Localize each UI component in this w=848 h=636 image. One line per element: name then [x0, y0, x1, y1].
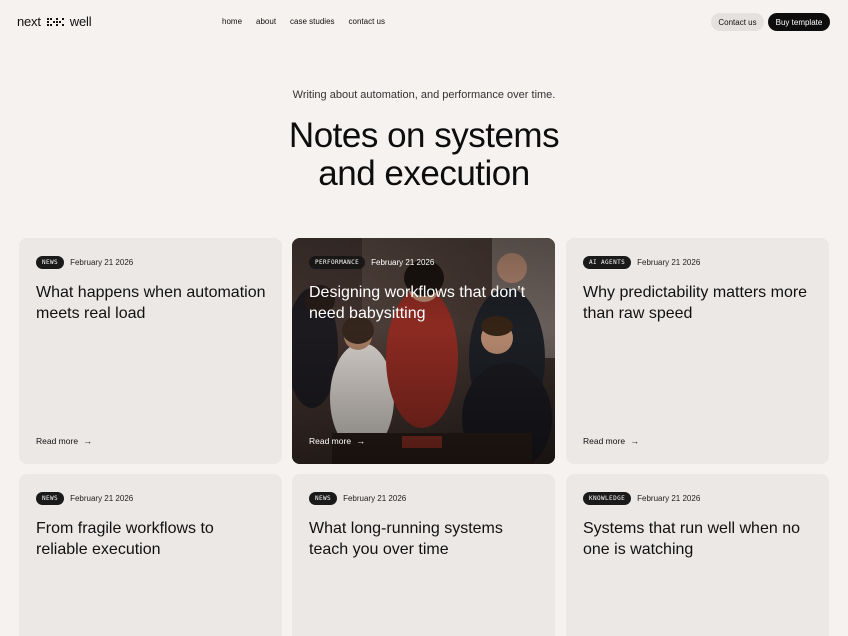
team-meeting-photo — [292, 238, 555, 464]
site-header: next well home about case studies contac… — [0, 0, 848, 44]
card-date: February 21 2026 — [70, 494, 134, 503]
card-meta: NEWS February 21 2026 — [36, 256, 133, 269]
read-more-link[interactable]: Read more → — [583, 436, 639, 446]
category-badge: AI AGENTS — [583, 256, 632, 269]
card-date: February 21 2026 — [637, 494, 701, 503]
card-meta: NEWS February 21 2026 — [309, 492, 406, 505]
card-date: February 21 2026 — [637, 258, 701, 267]
page-title-line-1: Notes on systems — [288, 116, 560, 155]
logo-text-left: next — [17, 14, 41, 29]
card-title[interactable]: Designing workflows that don’t need baby… — [309, 282, 539, 324]
card-title[interactable]: Systems that run well when no one is wat… — [583, 518, 813, 560]
card-title[interactable]: From fragile workflows to reliable execu… — [36, 518, 266, 560]
main-nav: home about case studies contact us — [222, 17, 385, 26]
card-meta: AI AGENTS February 21 2026 — [583, 256, 700, 269]
article-card[interactable]: AI AGENTS February 21 2026 Why predictab… — [566, 238, 829, 464]
arrow-right-icon: → — [83, 436, 93, 446]
read-more-label: Read more — [36, 436, 79, 446]
contact-button[interactable]: Contact us — [711, 13, 764, 31]
nav-case-studies[interactable]: case studies — [290, 17, 334, 26]
article-card[interactable]: NEWS February 21 2026 What happens when … — [19, 238, 282, 464]
dot-grid-icon — [46, 17, 64, 26]
card-title[interactable]: Why predictability matters more than raw… — [583, 282, 813, 324]
nav-about[interactable]: about — [256, 17, 276, 26]
card-date: February 21 2026 — [343, 494, 407, 503]
article-card[interactable]: NEWS February 21 2026 What long-running … — [292, 474, 555, 636]
category-badge: PERFORMANCE — [309, 256, 366, 269]
card-title[interactable]: What long-running systems teach you over… — [309, 518, 539, 560]
logo-text-right: well — [69, 14, 92, 29]
read-more-link[interactable]: Read more → — [36, 436, 92, 446]
hero-subtitle: Writing about automation, and performanc… — [292, 89, 556, 101]
card-date: February 21 2026 — [371, 258, 435, 267]
read-more-label: Read more — [309, 436, 352, 446]
arrow-right-icon: → — [630, 436, 640, 446]
card-date: February 21 2026 — [70, 258, 134, 267]
page-title-line-2: and execution — [318, 154, 530, 193]
card-meta: PERFORMANCE February 21 2026 — [309, 256, 434, 269]
read-more-link[interactable]: Read more → — [309, 436, 365, 446]
buy-template-button[interactable]: Buy template — [768, 13, 830, 31]
article-card[interactable]: NEWS February 21 2026 From fragile workf… — [19, 474, 282, 636]
category-badge: KNOWLEDGE — [583, 492, 632, 505]
category-badge: NEWS — [309, 492, 338, 505]
card-meta: KNOWLEDGE February 21 2026 — [583, 492, 700, 505]
read-more-label: Read more — [583, 436, 626, 446]
card-title[interactable]: What happens when automation meets real … — [36, 282, 266, 324]
logo[interactable]: next well — [17, 14, 92, 29]
article-card[interactable]: KNOWLEDGE February 21 2026 Systems that … — [566, 474, 829, 636]
page-title: Notes on systems and execution — [0, 117, 848, 193]
category-badge: NEWS — [36, 492, 65, 505]
category-badge: NEWS — [36, 256, 65, 269]
card-meta: NEWS February 21 2026 — [36, 492, 133, 505]
arrow-right-icon: → — [356, 436, 366, 446]
article-card-featured[interactable]: PERFORMANCE February 21 2026 Designing w… — [292, 238, 555, 464]
nav-home[interactable]: home — [222, 17, 242, 26]
nav-contact-us[interactable]: contact us — [349, 17, 385, 26]
